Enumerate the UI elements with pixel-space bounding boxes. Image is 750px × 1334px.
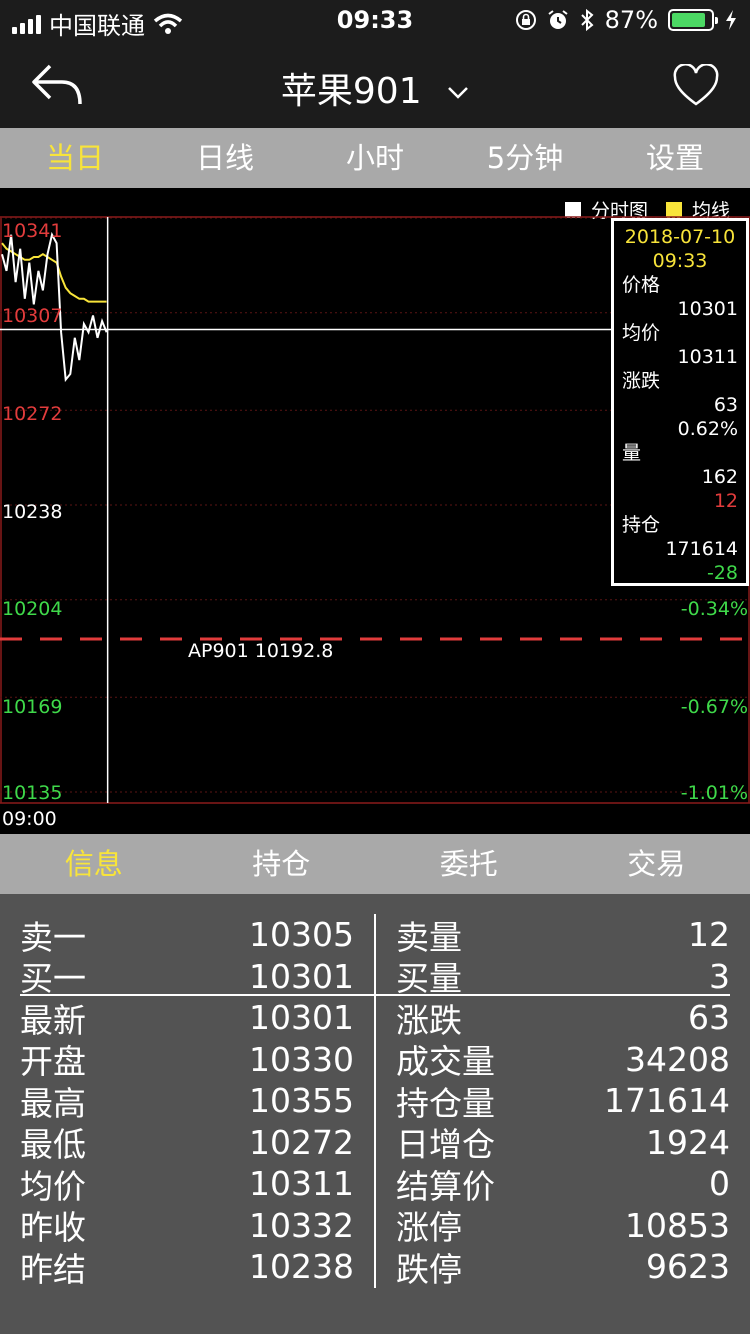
info-volume-label: 量	[622, 442, 642, 464]
info-oi-delta: -28	[706, 562, 738, 584]
quote-row: 结算价 0	[396, 1163, 730, 1206]
y-label-6: 10169	[2, 696, 63, 718]
info-tabs: 信息 持仓 委托 交易	[0, 834, 750, 894]
info-oi-label: 持仓	[622, 514, 661, 536]
quote-value: 10330	[249, 1039, 354, 1079]
quote-value: 10272	[249, 1122, 354, 1162]
info-change: 63	[713, 394, 738, 416]
quote-row: 昨结 10238	[20, 1246, 354, 1289]
quote-value: 10853	[625, 1205, 730, 1245]
contract-selector[interactable]: 苹果901	[0, 62, 750, 114]
quote-value: 10305	[249, 915, 354, 955]
quote-value: 10332	[249, 1205, 354, 1245]
tab-intraday[interactable]: 当日	[0, 128, 150, 188]
pct-label-3: -1.01%	[680, 782, 748, 804]
period-tabs: 当日 日线 小时 5分钟 设置	[0, 128, 750, 188]
y-label-1: 10341	[2, 220, 63, 242]
info-change-pct: 0.62%	[677, 418, 738, 440]
quote-row: 均价 10311	[20, 1163, 354, 1206]
quote-row: 最低 10272	[20, 1122, 354, 1165]
chevron-down-icon	[448, 87, 468, 99]
info-price-label: 价格	[622, 274, 661, 296]
heart-icon[interactable]	[672, 64, 720, 108]
info-volume: 162	[701, 466, 738, 488]
status-bar: 中国联通 09:33 87%	[0, 0, 750, 40]
info-date: 2018-07-10	[624, 226, 736, 248]
quote-row: 昨收 10332	[20, 1205, 354, 1248]
info-oi: 171614	[665, 538, 738, 560]
info-change-label: 涨跌	[622, 370, 661, 392]
pct-label-2: -0.67%	[680, 696, 748, 718]
info-avg-label: 均价	[622, 322, 661, 344]
quote-row: 持仓量 171614	[396, 1080, 730, 1123]
y-label-2: 10307	[2, 305, 63, 327]
quote-label: 跌停	[396, 1249, 462, 1289]
quote-row: 成交量 34208	[396, 1039, 730, 1082]
settle-label: AP901 10192.8	[188, 640, 334, 662]
info-time: 09:33	[652, 250, 708, 272]
quote-value: 10311	[249, 1164, 354, 1204]
y-label-3: 10272	[2, 403, 63, 425]
quote-row: 买一 10301	[20, 956, 354, 999]
quote-row: 买量 3	[396, 956, 730, 999]
quote-left-column: 卖一 10305 买一 10301 最新 10301 开盘 10330 最高 10355 …	[20, 914, 354, 1289]
tab-daily[interactable]: 日线	[150, 128, 300, 188]
quote-row: 日增仓 1924	[396, 1122, 730, 1165]
tab-settings[interactable]: 设置	[600, 128, 750, 188]
info-avg: 10311	[677, 346, 738, 368]
quote-panel: 卖一 10305 买一 10301 最新 10301 开盘 10330 最高 10355 …	[0, 894, 750, 1334]
quote-value: 9623	[646, 1247, 730, 1287]
info-price: 10301	[677, 298, 738, 320]
quote-value: 10355	[249, 1081, 354, 1121]
rotation-lock-icon	[515, 10, 536, 30]
intraday-chart[interactable]: 分时图 均线 10341 10307 10272 10238 10204 101…	[0, 188, 750, 834]
y-label-7: 10135	[2, 782, 63, 804]
quote-row: 卖量 12	[396, 914, 730, 957]
battery-percent: 87%	[604, 6, 658, 34]
quote-value: 1924	[646, 1122, 730, 1162]
crosshair-info-box: 2018-07-10 09:33 价格 10301 均价 10311 涨跌 63…	[611, 218, 749, 586]
quote-right-column: 卖量 12 买量 3 涨跌 63 成交量 34208 持仓量 171614 日增仓 1924…	[396, 914, 730, 1289]
quote-label: 昨结	[20, 1249, 86, 1289]
bluetooth-icon	[580, 8, 594, 32]
quote-value: 10301	[249, 998, 354, 1038]
tab-5min[interactable]: 5分钟	[450, 128, 600, 188]
battery-icon	[668, 9, 718, 31]
alarm-icon	[548, 10, 568, 29]
column-divider	[374, 914, 376, 1288]
page-title: 苹果901	[280, 71, 422, 112]
nav-bar: 苹果901	[0, 40, 750, 128]
quote-value: 63	[688, 998, 730, 1038]
quote-value: 0	[709, 1164, 730, 1204]
y-label-5: 10204	[2, 598, 63, 620]
quote-row: 最高 10355	[20, 1080, 354, 1123]
quote-row: 涨停 10853	[396, 1205, 730, 1248]
status-right: 87%	[515, 6, 738, 34]
tab-info[interactable]: 信息	[0, 834, 188, 894]
quote-value: 10301	[249, 956, 354, 996]
quote-row: 跌停 9623	[396, 1246, 730, 1289]
pct-label-1: -0.34%	[680, 598, 748, 620]
info-volume-delta: 12	[713, 490, 738, 512]
tab-trade[interactable]: 交易	[563, 834, 750, 894]
tab-positions[interactable]: 持仓	[188, 834, 376, 894]
quote-row: 卖一 10305	[20, 914, 354, 957]
quote-value: 171614	[604, 1081, 730, 1121]
quote-row: 最新 10301	[20, 997, 354, 1040]
quote-value: 12	[688, 915, 730, 955]
charging-icon	[726, 10, 736, 30]
quote-row: 涨跌 63	[396, 997, 730, 1040]
quote-value: 10238	[249, 1247, 354, 1287]
y-label-4: 10238	[2, 501, 63, 523]
time-start-label: 09:00	[2, 808, 57, 830]
quote-value: 34208	[625, 1039, 730, 1079]
quote-row: 开盘 10330	[20, 1039, 354, 1082]
tab-hourly[interactable]: 小时	[300, 128, 450, 188]
quote-value: 3	[709, 956, 730, 996]
tab-orders[interactable]: 委托	[375, 834, 563, 894]
